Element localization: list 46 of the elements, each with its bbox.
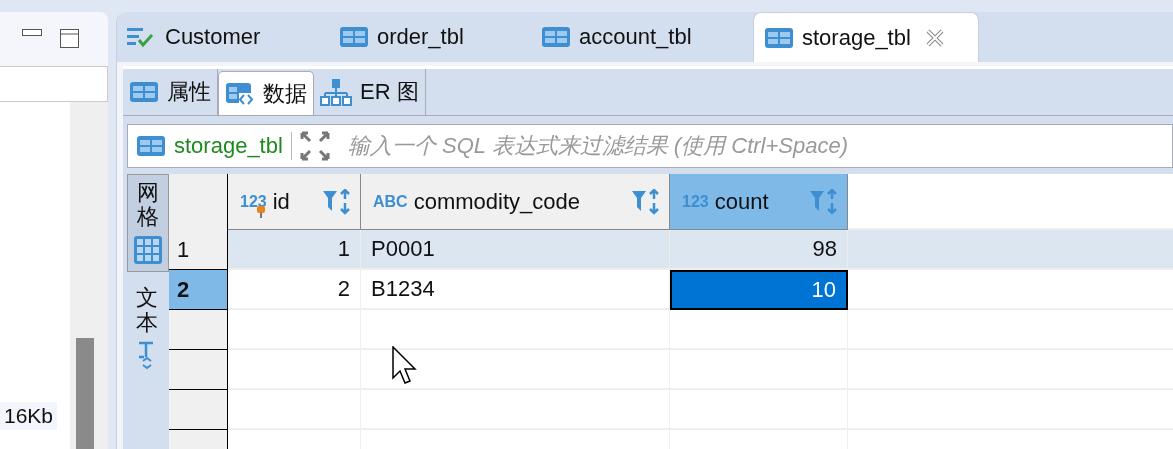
input-field[interactable] <box>0 66 108 102</box>
maximize-icon[interactable] <box>60 29 80 49</box>
column-header[interactable]: 123 id <box>228 174 361 230</box>
filter-input[interactable]: 输入一个 SQL 表达式来过滤结果 (使用 Ctrl+Space) <box>337 133 1172 159</box>
column-header[interactable]: ABC commodity_code <box>361 174 670 230</box>
row-header <box>169 310 228 350</box>
view-tab[interactable]: ER 图 <box>314 69 426 115</box>
table-cell: 1 <box>228 230 361 270</box>
side-tab[interactable]: 文本 <box>127 280 167 377</box>
editor-tab[interactable]: account_tbl <box>531 12 753 62</box>
table-name: storage_tbl <box>174 133 283 159</box>
table-icon <box>137 136 165 156</box>
view-tab[interactable]: 属性 <box>123 69 218 115</box>
row-number[interactable]: 1 <box>169 230 228 270</box>
scrollbar-thumb[interactable] <box>76 338 94 449</box>
minimize-icon[interactable] <box>22 29 42 37</box>
expand-icon[interactable] <box>299 131 330 161</box>
table-cell: 2 <box>228 270 361 310</box>
column-header[interactable]: 123 count <box>670 174 848 230</box>
table-icon <box>340 27 368 47</box>
text-cursor-icon <box>137 341 155 369</box>
table-icon <box>130 82 158 102</box>
filter-sort-icon[interactable] <box>809 188 839 215</box>
table-data-icon <box>226 82 254 106</box>
table-icon <box>542 27 570 47</box>
table-cell: P0001 <box>361 230 670 270</box>
filter-sort-icon[interactable] <box>322 188 352 215</box>
script-icon <box>127 28 154 48</box>
row-header <box>169 350 228 390</box>
header-corner <box>169 174 228 230</box>
size-label: 16Kb <box>0 402 58 430</box>
view-tab[interactable]: 数据 <box>218 71 314 115</box>
table-cell: 98 <box>670 230 848 270</box>
table-icon <box>765 27 793 48</box>
close-icon[interactable] <box>924 27 945 48</box>
filter-sort-icon[interactable] <box>631 188 661 215</box>
side-tab[interactable]: 网格 <box>127 174 169 273</box>
editor-tab[interactable]: Customer <box>117 12 329 62</box>
filter-field[interactable]: storage_tbl 输入一个 SQL 表达式来过滤结果 (使用 Ctrl+Space) <box>127 124 1173 168</box>
table-cell: 10 <box>670 270 848 310</box>
mouse-cursor-icon <box>392 346 418 386</box>
hierarchy-icon <box>320 79 352 106</box>
row-number[interactable]: 2 <box>169 270 228 310</box>
grid-icon <box>134 236 162 265</box>
editor-tab[interactable]: storage_tbl <box>753 12 979 62</box>
editor-tab[interactable]: order_tbl <box>329 12 531 62</box>
